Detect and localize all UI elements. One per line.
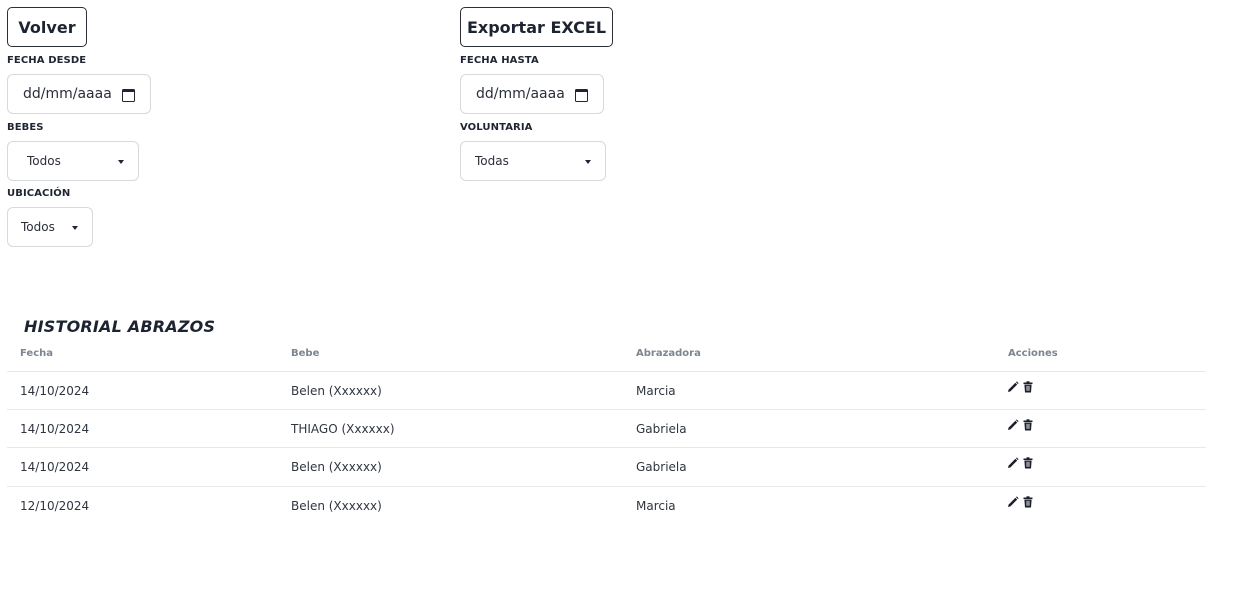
calendar-icon[interactable] — [575, 89, 588, 102]
table-row: 12/10/2024 Belen (Xxxxxx) Marcia — [7, 486, 1206, 524]
fecha-hasta-label: FECHA HASTA — [460, 55, 539, 66]
row-actions — [1007, 381, 1033, 393]
edit-icon[interactable] — [1007, 457, 1019, 469]
fecha-desde-label: FECHA DESDE — [7, 55, 87, 66]
bebes-label: BEBES — [7, 122, 44, 133]
ubicacion-select[interactable]: Todos — [7, 207, 93, 247]
edit-icon[interactable] — [1007, 381, 1019, 393]
row-actions — [1007, 419, 1033, 431]
trash-icon[interactable] — [1023, 496, 1033, 508]
table-row: 14/10/2024 THIAGO (Xxxxxx) Gabriela — [7, 409, 1206, 447]
fecha-hasta-placeholder: dd/mm/aaaa — [476, 86, 565, 102]
table-row: 14/10/2024 Belen (Xxxxxx) Marcia — [7, 371, 1206, 409]
column-header-abrazadora: Abrazadora — [636, 348, 701, 359]
trash-icon[interactable] — [1023, 419, 1033, 431]
ubicacion-selected-value: Todos — [21, 220, 55, 234]
voluntaria-select[interactable]: Todas — [460, 141, 606, 181]
fecha-desde-placeholder: dd/mm/aaaa — [23, 86, 112, 102]
cell-abrazadora: Marcia — [636, 384, 676, 398]
chevron-down-icon — [118, 160, 124, 164]
cell-abrazadora: Gabriela — [636, 460, 687, 474]
row-actions — [1007, 457, 1033, 469]
cell-bebe: THIAGO (Xxxxxx) — [291, 422, 395, 436]
edit-icon[interactable] — [1007, 419, 1019, 431]
cell-bebe: Belen (Xxxxxx) — [291, 460, 382, 474]
ubicacion-label: UBICACIÓN — [7, 188, 71, 199]
cell-bebe: Belen (Xxxxxx) — [291, 384, 382, 398]
cell-abrazadora: Marcia — [636, 499, 676, 513]
bebes-select[interactable]: Todos — [7, 141, 139, 181]
export-excel-button[interactable]: Exportar EXCEL — [460, 7, 613, 47]
cell-fecha: 14/10/2024 — [20, 422, 90, 436]
edit-icon[interactable] — [1007, 496, 1019, 508]
column-header-acciones: Acciones — [1008, 348, 1058, 359]
cell-fecha: 12/10/2024 — [20, 499, 90, 513]
section-title: HISTORIAL ABRAZOS — [24, 317, 216, 336]
trash-icon[interactable] — [1023, 457, 1033, 469]
cell-fecha: 14/10/2024 — [20, 460, 90, 474]
chevron-down-icon — [585, 160, 591, 164]
calendar-icon[interactable] — [122, 89, 135, 102]
table-row: 14/10/2024 Belen (Xxxxxx) Gabriela — [7, 447, 1206, 485]
fecha-desde-input[interactable]: dd/mm/aaaa — [7, 74, 151, 114]
column-header-bebe: Bebe — [291, 348, 320, 359]
cell-bebe: Belen (Xxxxxx) — [291, 499, 382, 513]
cell-fecha: 14/10/2024 — [20, 384, 90, 398]
voluntaria-selected-value: Todas — [475, 154, 509, 168]
fecha-hasta-input[interactable]: dd/mm/aaaa — [460, 74, 604, 114]
back-button[interactable]: Volver — [7, 7, 87, 47]
bebes-selected-value: Todos — [27, 154, 61, 168]
trash-icon[interactable] — [1023, 381, 1033, 393]
voluntaria-label: VOLUNTARIA — [460, 122, 533, 133]
cell-abrazadora: Gabriela — [636, 422, 687, 436]
column-header-fecha: Fecha — [20, 348, 54, 359]
row-actions — [1007, 496, 1033, 508]
chevron-down-icon — [72, 226, 78, 230]
